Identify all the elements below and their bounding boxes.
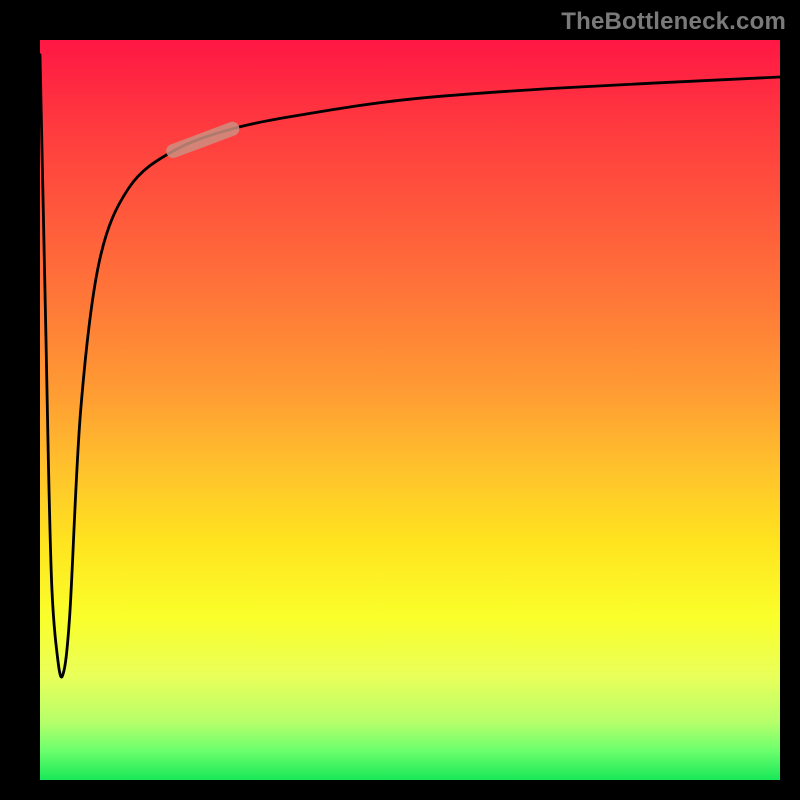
watermark-text: TheBottleneck.com	[561, 8, 786, 36]
curve-highlight	[173, 129, 232, 151]
bottleneck-curve	[40, 55, 780, 677]
chart-container: TheBottleneck.com	[0, 0, 800, 800]
chart-curve-layer	[40, 40, 780, 780]
